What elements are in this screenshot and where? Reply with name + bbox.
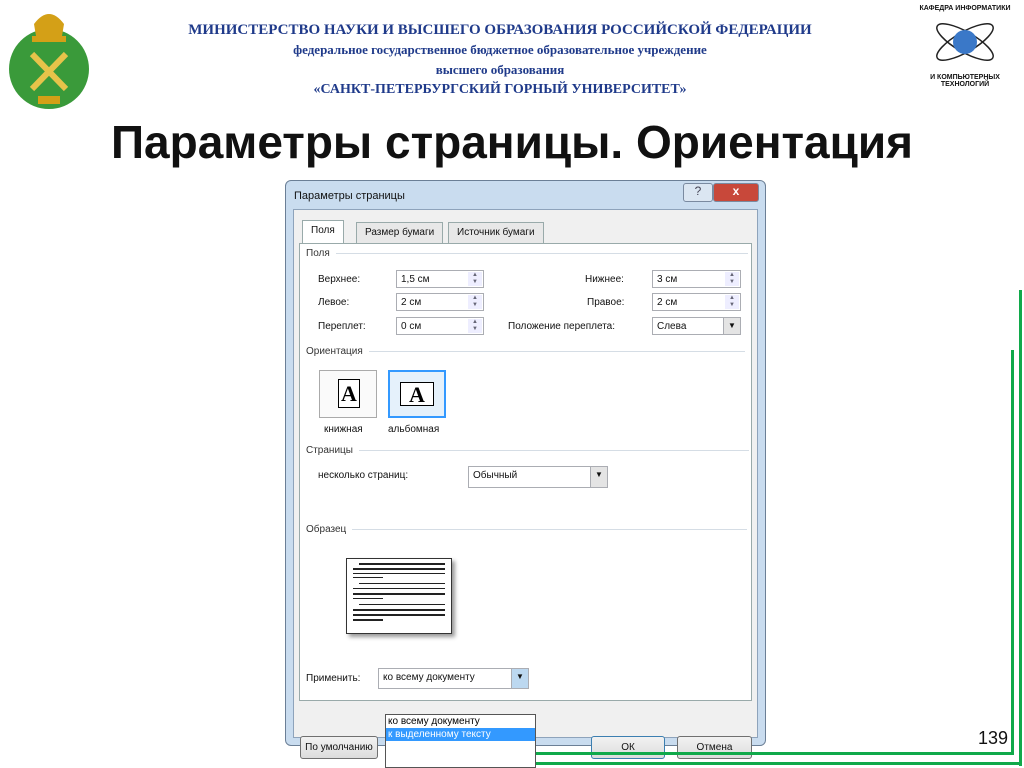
group-title: Ориентация: [306, 346, 363, 357]
landscape-page-icon: A: [400, 382, 434, 407]
apply-dropdown-list: ко всему документу к выделенному тексту: [385, 714, 536, 768]
chevron-down-icon[interactable]: ▼: [723, 318, 740, 334]
pages-group-label: Страницы: [306, 445, 749, 456]
department-logo: КАФЕДРА ИНФОРМАТИКИ И КОМПЬЮТЕРНЫХ ТЕХНО…: [915, 5, 1015, 110]
gutter-label: Переплет:: [318, 321, 366, 332]
decor-line: [1019, 290, 1022, 766]
preview-group-label: Образец: [306, 524, 747, 535]
tab-paper-size[interactable]: Размер бумаги: [356, 222, 444, 243]
page-setup-dialog: Параметры страницы ? x Поля Размер бумаг…: [285, 180, 766, 768]
apply-select[interactable]: ко всему документу ▼: [378, 668, 529, 689]
bottom-margin-label: Нижнее:: [585, 274, 624, 285]
help-button[interactable]: ?: [683, 183, 713, 202]
gutter-position-select[interactable]: Слева ▼: [652, 317, 741, 335]
right-margin-input[interactable]: 2 см ▲ ▼: [652, 293, 741, 311]
top-margin-value: 1,5 см: [401, 274, 430, 285]
decor-line: [487, 752, 1014, 755]
spinner-icon[interactable]: ▲ ▼: [725, 272, 739, 286]
right-margin-label: Правое:: [587, 297, 625, 308]
department-logo-top: КАФЕДРА ИНФОРМАТИКИ: [919, 5, 1011, 12]
gutter-input[interactable]: 0 см ▲ ▼: [396, 317, 484, 335]
top-margin-input[interactable]: 1,5 см ▲ ▼: [396, 270, 484, 288]
margins-group-label: Поля: [306, 248, 748, 259]
spinner-icon[interactable]: ▲ ▼: [725, 295, 739, 309]
apply-label: Применить:: [306, 673, 361, 684]
multiple-pages-value: Обычный: [473, 470, 518, 481]
left-margin-label: Левое:: [318, 297, 350, 308]
institution-type: федеральное государственное бюджетное об…: [293, 42, 707, 57]
default-button[interactable]: По умолчанию: [300, 736, 378, 759]
group-title: Поля: [306, 248, 330, 259]
gutter-position-label: Положение переплета:: [508, 321, 616, 332]
orientation-group-label: Ориентация: [306, 346, 745, 357]
close-button[interactable]: x: [713, 183, 759, 202]
gutter-position-value: Слева: [657, 321, 687, 332]
group-title: Образец: [306, 524, 347, 535]
bottom-margin-input[interactable]: 3 см ▲ ▼: [652, 270, 741, 288]
multiple-pages-label: несколько страниц:: [318, 470, 409, 481]
chevron-down-icon[interactable]: ▼: [590, 467, 607, 487]
university-name: «САНКТ-ПЕТЕРБУРГСКИЙ ГОРНЫЙ УНИВЕРСИТЕТ»: [313, 82, 687, 97]
tab-margins[interactable]: Поля: [302, 220, 344, 244]
portrait-label: книжная: [324, 424, 363, 435]
apply-option-whole-document[interactable]: ко всему документу: [386, 715, 535, 728]
page-number: 139: [978, 728, 1009, 748]
top-margin-label: Верхнее:: [318, 274, 361, 285]
bottom-margin-value: 3 см: [657, 274, 678, 285]
spinner-icon[interactable]: ▲ ▼: [468, 319, 482, 333]
landscape-label: альбомная: [388, 424, 440, 435]
page-preview: [346, 558, 452, 634]
gutter-value: 0 см: [401, 321, 422, 332]
left-margin-value: 2 см: [401, 297, 422, 308]
university-logo: [4, 4, 94, 114]
left-margin-input[interactable]: 2 см ▲ ▼: [396, 293, 484, 311]
dialog-title: Параметры страницы: [294, 190, 405, 202]
cancel-button[interactable]: Отмена: [677, 736, 752, 759]
decor-line: [1011, 350, 1014, 754]
portrait-button[interactable]: A: [319, 370, 377, 418]
tab-paper-source[interactable]: Источник бумаги: [448, 222, 544, 243]
right-margin-value: 2 см: [657, 297, 678, 308]
apply-option-selected-text[interactable]: к выделенному тексту: [386, 728, 535, 741]
margins-panel: Поля Верхнее: 1,5 см ▲ ▼ Левое: 2 см ▲ ▼ Пер…: [299, 243, 752, 701]
ministry-heading: МИНИСТЕРСТВО НАУКИ И ВЫСШЕГО ОБРАЗОВАНИЯ…: [188, 22, 812, 38]
education-level: высшего образования: [435, 62, 565, 77]
slide-title: Параметры страницы. Ориентация: [110, 116, 914, 168]
portrait-page-icon: A: [338, 379, 360, 408]
spinner-icon[interactable]: ▲ ▼: [468, 295, 482, 309]
spinner-icon[interactable]: ▲ ▼: [468, 272, 482, 286]
group-title: Страницы: [306, 445, 353, 456]
landscape-button[interactable]: A: [388, 370, 446, 418]
ok-button[interactable]: ОК: [591, 736, 665, 759]
multiple-pages-select[interactable]: Обычный ▼: [468, 466, 608, 488]
department-logo-bottom: И КОМПЬЮТЕРНЫХ ТЕХНОЛОГИЙ: [930, 74, 1000, 88]
apply-value: ко всему документу: [383, 672, 475, 683]
chevron-down-icon[interactable]: ▼: [511, 669, 528, 688]
